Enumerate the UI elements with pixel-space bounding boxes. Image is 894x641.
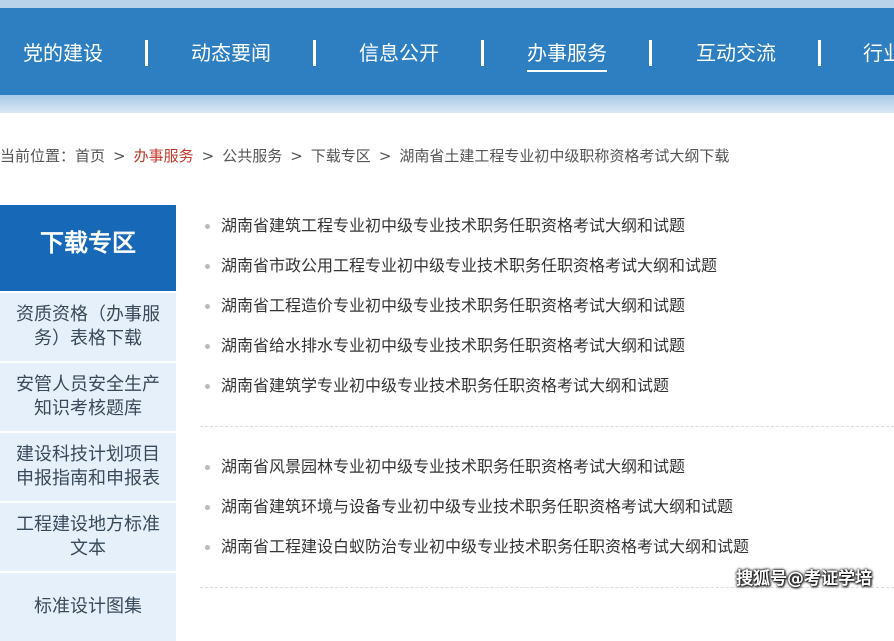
nav-separator: [818, 40, 821, 66]
list-divider: [200, 426, 894, 427]
breadcrumb-separator: >: [290, 147, 303, 165]
list-item[interactable]: 湖南省给水排水专业初中级专业技术职务任职资格考试大纲和试题: [205, 326, 894, 366]
breadcrumb: 当前位置：首页 > 办事服务 > 公共服务 > 下载专区 > 湖南省土建工程专业初中级职称资格考…: [0, 144, 729, 168]
nav-item-info-disclosure[interactable]: 信息公开: [359, 30, 439, 76]
bullet-icon: [205, 264, 210, 269]
list-item-title[interactable]: 湖南省建筑环境与设备专业初中级专业技术职务任职资格考试大纲和试题: [221, 497, 733, 516]
list-item[interactable]: 湖南省建筑工程专业初中级专业技术职务任职资格考试大纲和试题: [205, 206, 894, 246]
list-item[interactable]: 湖南省工程造价专业初中级专业技术职务任职资格考试大纲和试题: [205, 286, 894, 326]
bullet-icon: [205, 344, 210, 349]
bullet-icon: [205, 304, 210, 309]
bullet-icon: [205, 465, 210, 470]
breadcrumb-separator: >: [113, 147, 126, 165]
list-item-title[interactable]: 湖南省建筑工程专业初中级专业技术职务任职资格考试大纲和试题: [221, 216, 685, 235]
list-item-title[interactable]: 湖南省工程造价专业初中级专业技术职务任职资格考试大纲和试题: [221, 296, 685, 315]
nav-separator: [313, 40, 316, 66]
nav-bottom-band: [0, 95, 894, 113]
sidebar-item-tech-project-guide[interactable]: 建设科技计划项目申报指南和申报表: [0, 433, 176, 501]
main-nav: 党的建设 动态要闻 信息公开 办事服务 互动交流 行业: [0, 30, 894, 80]
breadcrumb-prefix: 当前位置：: [0, 147, 76, 165]
sidebar-item-qualification-forms[interactable]: 资质资格（办事服务）表格下载: [0, 293, 176, 361]
list-item[interactable]: 湖南省市政公用工程专业初中级专业技术职务任职资格考试大纲和试题: [205, 246, 894, 286]
nav-item-services[interactable]: 办事服务: [527, 30, 607, 76]
bullet-icon: [205, 384, 210, 389]
top-strip: [0, 0, 894, 8]
breadcrumb-services[interactable]: 办事服务: [134, 147, 194, 165]
breadcrumb-separator: >: [378, 147, 392, 165]
nav-item-interaction[interactable]: 互动交流: [696, 30, 776, 76]
breadcrumb-downloads[interactable]: 下载专区: [311, 147, 371, 165]
list-item-title[interactable]: 湖南省市政公用工程专业初中级专业技术职务任职资格考试大纲和试题: [221, 256, 717, 275]
top-navigation-bar: 党的建设 动态要闻 信息公开 办事服务 互动交流 行业: [0, 0, 894, 113]
list-item[interactable]: 湖南省风景园林专业初中级专业技术职务任职资格考试大纲和试题: [205, 447, 894, 487]
nav-separator: [145, 40, 148, 66]
list-item-title[interactable]: 湖南省工程建设白蚁防治专业初中级专业技术职务任职资格考试大纲和试题: [221, 537, 749, 556]
sidebar-item-safety-exam-bank[interactable]: 安管人员安全生产知识考核题库: [0, 363, 176, 431]
download-list: 湖南省建筑工程专业初中级专业技术职务任职资格考试大纲和试题 湖南省市政公用工程专…: [200, 206, 894, 608]
breadcrumb-separator: >: [201, 147, 215, 165]
bullet-icon: [205, 545, 210, 550]
list-item-title[interactable]: 湖南省给水排水专业初中级专业技术职务任职资格考试大纲和试题: [221, 336, 685, 355]
nav-item-news[interactable]: 动态要闻: [191, 30, 271, 76]
sidebar: 下载专区 资质资格（办事服务）表格下载 安管人员安全生产知识考核题库 建设科技计…: [0, 205, 176, 641]
bullet-icon: [205, 505, 210, 510]
list-item[interactable]: 湖南省工程建设白蚁防治专业初中级专业技术职务任职资格考试大纲和试题: [205, 527, 894, 567]
list-item-title[interactable]: 湖南省风景园林专业初中级专业技术职务任职资格考试大纲和试题: [221, 457, 685, 476]
sidebar-item-local-standards[interactable]: 工程建设地方标准文本: [0, 503, 176, 571]
bullet-icon: [205, 224, 210, 229]
sidebar-item-standard-drawings[interactable]: 标准设计图集: [0, 573, 176, 641]
breadcrumb-current-page: 湖南省土建工程专业初中级职称资格考试大纲下载: [399, 147, 730, 165]
nav-item-industry[interactable]: 行业: [863, 30, 894, 76]
breadcrumb-home[interactable]: 首页: [75, 147, 105, 165]
watermark: 搜狐号@考证学培: [736, 569, 872, 589]
sidebar-title: 下载专区: [0, 205, 176, 291]
nav-item-party-building[interactable]: 党的建设: [23, 30, 103, 76]
list-item-title[interactable]: 湖南省建筑学专业初中级专业技术职务任职资格考试大纲和试题: [221, 376, 669, 395]
list-item[interactable]: 湖南省建筑环境与设备专业初中级专业技术职务任职资格考试大纲和试题: [205, 487, 894, 527]
breadcrumb-public-services[interactable]: 公共服务: [222, 147, 282, 165]
nav-separator: [481, 40, 484, 66]
list-item[interactable]: 湖南省建筑学专业初中级专业技术职务任职资格考试大纲和试题: [205, 366, 894, 406]
nav-separator: [649, 40, 652, 66]
